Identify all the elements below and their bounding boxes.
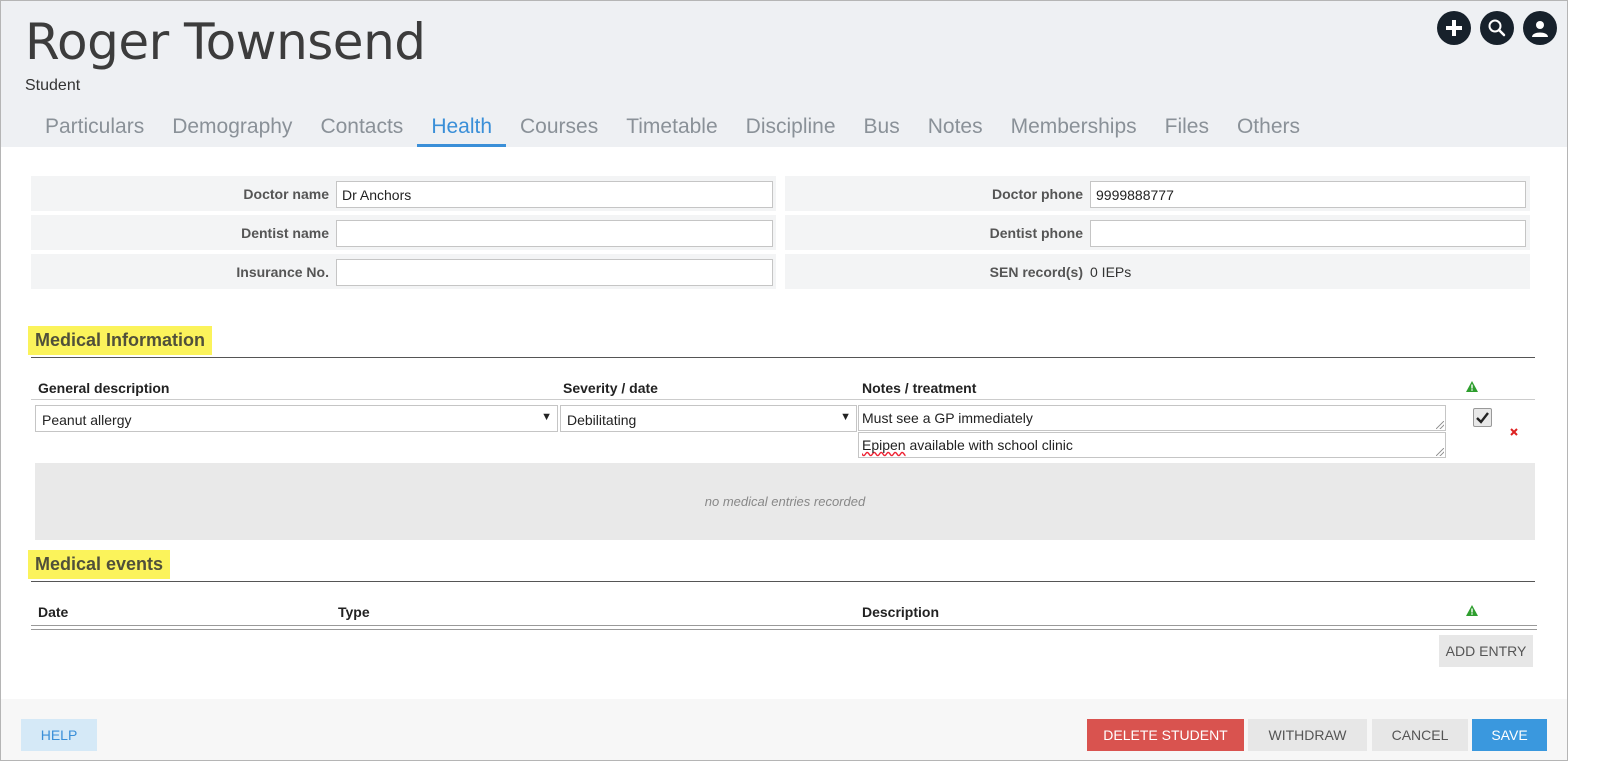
delete-entry-icon[interactable] — [1510, 428, 1518, 436]
help-button[interactable]: HELP — [21, 719, 97, 751]
chevron-down-icon: ▼ — [840, 411, 851, 423]
col-description: Description — [862, 604, 940, 620]
chevron-down-icon: ▼ — [541, 411, 552, 423]
page-header: Roger Townsend Student Particulars Demog… — [1, 1, 1567, 147]
general-description-value: Peanut allergy — [42, 412, 132, 428]
plus-icon[interactable] — [1437, 11, 1471, 45]
resize-handle[interactable] — [1436, 421, 1444, 429]
tab-contacts[interactable]: Contacts — [306, 107, 417, 147]
delete-student-button[interactable]: DELETE STUDENT — [1087, 719, 1244, 751]
user-icon[interactable] — [1523, 11, 1557, 45]
empty-message: no medical entries recorded — [704, 494, 866, 509]
dentist-name-label: Dentist name — [241, 225, 329, 241]
tab-discipline[interactable]: Discipline — [732, 107, 850, 147]
tab-particulars[interactable]: Particulars — [31, 107, 158, 147]
medical-information-heading: Medical Information — [28, 326, 213, 355]
header-actions — [1437, 11, 1557, 45]
entry-checkbox[interactable] — [1473, 408, 1492, 427]
add-entry-button[interactable]: ADD ENTRY — [1439, 635, 1533, 667]
notes-textarea[interactable]: Must see a GP immediately — [858, 405, 1446, 431]
doctor-phone-label: Doctor phone — [992, 186, 1083, 202]
tab-notes[interactable]: Notes — [914, 107, 997, 147]
section-divider — [31, 357, 1535, 358]
doctor-phone-field[interactable] — [1090, 181, 1526, 208]
tab-courses[interactable]: Courses — [506, 107, 612, 147]
search-icon[interactable] — [1480, 11, 1514, 45]
tab-health[interactable]: Health — [417, 107, 507, 147]
doctor-name-row: Doctor name — [31, 176, 776, 211]
app-window: Roger Townsend Student Particulars Demog… — [0, 0, 1568, 761]
dentist-phone-row: Dentist phone — [785, 215, 1530, 250]
col-general-description: General description — [38, 380, 170, 396]
notes-value: Must see a GP immediately — [862, 410, 1033, 426]
tab-bar: Particulars Demography Contacts Health C… — [31, 107, 1314, 147]
doctor-name-field[interactable] — [336, 181, 773, 208]
page-title: Roger Townsend — [25, 13, 426, 71]
tab-demography[interactable]: Demography — [158, 107, 306, 147]
section-divider — [31, 581, 1535, 582]
cancel-button[interactable]: CANCEL — [1372, 719, 1468, 751]
severity-value: Debilitating — [567, 412, 637, 428]
col-notes-treatment: Notes / treatment — [862, 380, 977, 396]
check-icon — [1476, 412, 1489, 424]
table-divider — [31, 625, 1537, 626]
insurance-field[interactable] — [336, 259, 773, 286]
col-severity-date: Severity / date — [563, 380, 658, 396]
medical-events-heading: Medical events — [28, 550, 171, 579]
col-type: Type — [338, 604, 370, 620]
dentist-phone-field[interactable] — [1090, 220, 1526, 247]
insurance-label: Insurance No. — [236, 264, 329, 280]
severity-select[interactable]: Debilitating ▼ — [560, 405, 857, 432]
warning-icon — [1466, 605, 1478, 616]
warning-icon — [1466, 381, 1478, 392]
treatment-misspelled-word: Epipen — [862, 437, 906, 453]
sen-value: 0 IEPs — [1090, 264, 1132, 280]
table-divider — [31, 629, 1537, 630]
dentist-name-field[interactable] — [336, 220, 773, 247]
col-date: Date — [38, 604, 69, 620]
empty-state: no medical entries recorded — [35, 463, 1535, 540]
insurance-row: Insurance No. — [31, 254, 776, 289]
tab-timetable[interactable]: Timetable — [612, 107, 731, 147]
tab-bus[interactable]: Bus — [850, 107, 914, 147]
tab-memberships[interactable]: Memberships — [997, 107, 1151, 147]
general-description-select[interactable]: Peanut allergy ▼ — [35, 405, 558, 432]
resize-handle[interactable] — [1436, 448, 1444, 456]
dentist-phone-label: Dentist phone — [989, 225, 1083, 241]
doctor-name-label: Doctor name — [243, 186, 329, 202]
treatment-value: available with school clinic — [905, 437, 1073, 453]
save-button[interactable]: SAVE — [1472, 719, 1547, 751]
sen-label: SEN record(s) — [989, 264, 1083, 280]
withdraw-button[interactable]: WITHDRAW — [1248, 719, 1367, 751]
header-divider — [31, 399, 1535, 400]
treatment-textarea[interactable]: Epipen available with school clinic — [858, 432, 1446, 458]
tab-files[interactable]: Files — [1151, 107, 1223, 147]
sen-row: SEN record(s) 0 IEPs — [785, 254, 1530, 289]
page-subtitle: Student — [25, 77, 81, 94]
footer-bar: HELP DELETE STUDENT WITHDRAW CANCEL SAVE — [1, 699, 1567, 760]
tab-others[interactable]: Others — [1223, 107, 1314, 147]
doctor-phone-row: Doctor phone — [785, 176, 1530, 211]
dentist-name-row: Dentist name — [31, 215, 776, 250]
